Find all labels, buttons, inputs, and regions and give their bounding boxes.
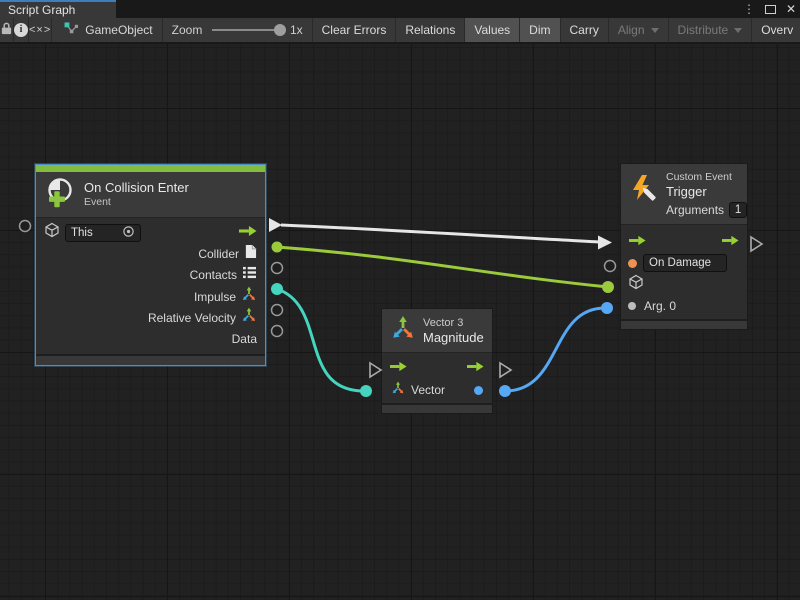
port-vector3-flow-out[interactable] <box>500 363 511 377</box>
port-relative-velocity-out[interactable] <box>272 305 283 316</box>
inspect-button[interactable]: i <box>14 18 29 42</box>
port-vector3-flow-in[interactable] <box>370 363 381 377</box>
port-data-out[interactable] <box>272 326 283 337</box>
wire-impulse[interactable] <box>277 289 364 391</box>
close-icon[interactable]: ✕ <box>786 0 796 18</box>
port-gameobject-in[interactable] <box>602 281 614 293</box>
values-button[interactable]: Values <box>465 18 520 42</box>
info-icon: i <box>14 23 28 37</box>
overview-button[interactable]: Overv <box>752 18 800 42</box>
port-contacts-out[interactable] <box>272 263 283 274</box>
dim-button[interactable]: Dim <box>520 18 560 42</box>
chevron-down-icon <box>651 28 659 33</box>
edit-code-button[interactable]: <×> <box>29 18 52 42</box>
distribute-button[interactable]: Distribute <box>669 18 753 42</box>
maximize-icon[interactable] <box>765 5 776 14</box>
tab-title: Script Graph <box>8 3 75 17</box>
carry-button[interactable]: Carry <box>561 18 609 42</box>
port-arg0-in[interactable] <box>601 302 613 314</box>
lock-button[interactable] <box>0 18 14 42</box>
align-button[interactable]: Align <box>609 18 669 42</box>
chevron-down-icon <box>734 28 742 33</box>
zoom-label: Zoom <box>172 23 203 37</box>
port-flow-in[interactable] <box>598 236 612 250</box>
zoom-value: 1x <box>290 23 303 37</box>
port-vector-in[interactable] <box>360 385 372 397</box>
window-controls: ⋮ ✕ <box>743 0 796 18</box>
more-icon[interactable]: ⋮ <box>743 0 755 18</box>
graph-toolbar: i <×> GameObject Zoom 1x Clear Errors Re… <box>0 18 800 44</box>
graph-wires <box>0 44 800 600</box>
port-trigger-flow-out[interactable] <box>751 237 762 251</box>
tab-script-graph[interactable]: Script Graph <box>0 0 116 18</box>
port-collider-out[interactable] <box>272 242 283 253</box>
wire-flow[interactable] <box>281 225 599 242</box>
gameobject-label: GameObject <box>85 23 152 37</box>
clear-errors-button[interactable]: Clear Errors <box>313 18 397 42</box>
relations-button[interactable]: Relations <box>396 18 465 42</box>
port-impulse-out[interactable] <box>271 283 283 295</box>
code-icon: <×> <box>29 24 51 36</box>
tab-bar: Script Graph ⋮ ✕ <box>0 0 800 18</box>
graph-target[interactable]: GameObject <box>52 18 162 42</box>
port-event-name-in[interactable] <box>605 261 616 272</box>
wire-collider[interactable] <box>277 247 608 287</box>
port-magnitude-out[interactable] <box>499 385 511 397</box>
zoom-control: Zoom 1x <box>163 18 313 42</box>
zoom-slider[interactable] <box>212 29 284 31</box>
lock-icon <box>0 21 13 39</box>
port-self-in[interactable] <box>20 221 31 232</box>
port-flow-out[interactable] <box>269 218 282 232</box>
graph-icon <box>64 22 79 38</box>
graph-canvas[interactable]: On Collision Enter Event This <box>0 44 800 600</box>
zoom-slider-handle[interactable] <box>274 24 286 36</box>
wire-magnitude[interactable] <box>505 308 605 391</box>
